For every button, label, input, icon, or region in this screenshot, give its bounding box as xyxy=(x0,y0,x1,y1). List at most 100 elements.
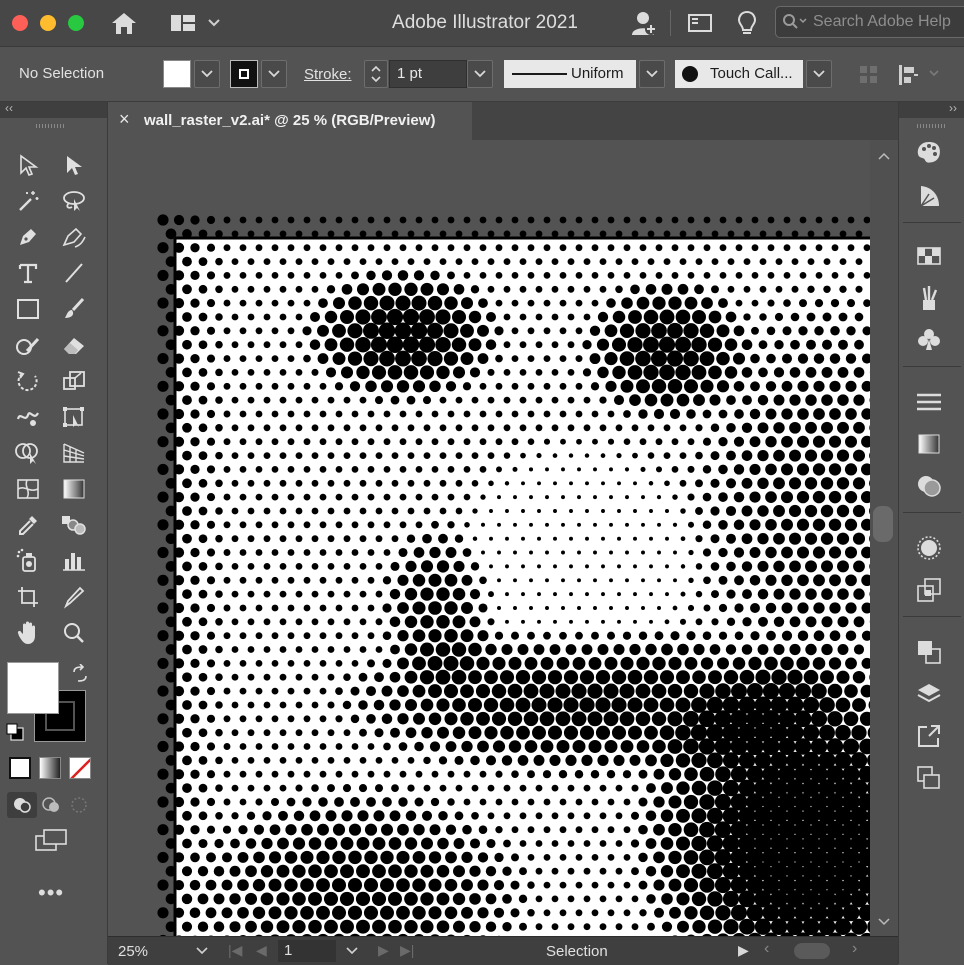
mesh-tool-icon[interactable] xyxy=(11,473,45,505)
stroke-label[interactable]: Stroke: xyxy=(304,66,352,83)
home-icon[interactable] xyxy=(108,9,140,37)
scale-tool-icon[interactable] xyxy=(57,365,91,397)
arrange-icon[interactable] xyxy=(896,62,946,93)
blend-tool-icon[interactable] xyxy=(57,509,91,541)
artboard-tool-icon[interactable] xyxy=(11,581,45,613)
swap-fill-stroke-icon[interactable] xyxy=(70,664,90,689)
zoom-tool-icon[interactable] xyxy=(57,617,91,649)
stroke-panel-icon[interactable] xyxy=(913,386,945,418)
horizontal-scroll-thumb[interactable] xyxy=(794,943,830,959)
panel-grip[interactable] xyxy=(917,124,945,128)
eraser-tool-icon[interactable] xyxy=(57,329,91,361)
stroke-swatch[interactable] xyxy=(230,60,258,88)
eyedropper-tool-icon[interactable] xyxy=(11,509,45,541)
color-panel-icon[interactable] xyxy=(913,136,945,168)
previous-artboard-icon[interactable]: ◀ xyxy=(256,942,267,959)
fill-dropdown[interactable] xyxy=(194,60,220,88)
export-panel-icon[interactable] xyxy=(913,720,945,752)
color-mode-button[interactable] xyxy=(9,757,31,779)
last-artboard-icon[interactable]: ▶| xyxy=(400,942,414,959)
align-grid-icon[interactable] xyxy=(858,64,880,91)
fill-color-box-front[interactable] xyxy=(7,662,59,714)
artboard-number-field[interactable]: 1 xyxy=(278,940,336,962)
layers-panel-icon[interactable] xyxy=(913,678,945,710)
slice-tool-icon[interactable] xyxy=(57,581,91,613)
color-guide-panel-icon[interactable] xyxy=(913,180,945,212)
column-graph-tool-icon[interactable] xyxy=(57,545,91,577)
panel-window-icon[interactable] xyxy=(684,9,716,37)
shaper-tool-icon[interactable] xyxy=(11,329,45,361)
symbols-panel-icon[interactable] xyxy=(913,324,945,356)
profile-dropdown[interactable] xyxy=(639,60,665,88)
workspace-switcher-icon[interactable] xyxy=(168,9,224,37)
tools-collapse-bar[interactable]: ‹‹ xyxy=(0,102,107,118)
pen-tool-icon[interactable] xyxy=(11,221,45,253)
search-help-field[interactable]: Search Adobe Help xyxy=(775,6,964,38)
lasso-tool-icon[interactable] xyxy=(57,185,91,217)
canvas-area[interactable] xyxy=(108,140,898,936)
artboard-dropdown-icon[interactable] xyxy=(346,947,358,955)
line-segment-tool-icon[interactable] xyxy=(57,257,91,289)
magic-wand-tool-icon[interactable] xyxy=(11,185,45,217)
vertical-scrollbar[interactable] xyxy=(870,140,898,936)
gradient-panel-icon[interactable] xyxy=(913,428,945,460)
curvature-tool-icon[interactable] xyxy=(57,221,91,253)
hand-tool-icon[interactable] xyxy=(11,617,45,649)
brush-definition[interactable]: Touch Call... xyxy=(675,60,803,88)
scroll-down-icon[interactable] xyxy=(878,918,890,926)
graphic-styles-panel-icon[interactable] xyxy=(913,574,945,606)
gradient-tool-icon[interactable] xyxy=(57,473,91,505)
symbol-sprayer-tool-icon[interactable] xyxy=(11,545,45,577)
zoom-dropdown-icon[interactable] xyxy=(196,947,208,955)
share-user-icon[interactable] xyxy=(628,9,660,37)
default-fill-stroke-icon[interactable] xyxy=(5,722,25,747)
scroll-up-icon[interactable] xyxy=(878,152,890,160)
screen-mode-icon[interactable] xyxy=(34,828,68,859)
more-tools-icon[interactable]: ••• xyxy=(38,880,64,906)
status-menu-arrow-icon[interactable]: ▶ xyxy=(738,942,749,959)
stroke-weight-stepper[interactable] xyxy=(364,60,388,88)
shape-builder-tool-icon[interactable] xyxy=(11,437,45,469)
brushes-panel-icon[interactable] xyxy=(913,282,945,314)
rectangle-tool-icon[interactable] xyxy=(11,293,45,325)
gradient-mode-button[interactable] xyxy=(39,757,61,779)
first-artboard-icon[interactable]: |◀ xyxy=(228,942,242,959)
draw-inside-icon[interactable] xyxy=(66,792,92,818)
scroll-left-icon[interactable]: ‹ xyxy=(764,940,769,958)
document-tab[interactable]: × wall_raster_v2.ai* @ 25 % (RGB/Preview… xyxy=(108,102,472,142)
panel-grip[interactable] xyxy=(36,124,66,128)
none-mode-button[interactable] xyxy=(69,757,91,779)
scroll-right-icon[interactable]: › xyxy=(852,940,857,958)
next-artboard-icon[interactable]: ▶ xyxy=(378,942,389,959)
selection-tool-icon[interactable] xyxy=(11,149,45,181)
lightbulb-icon[interactable] xyxy=(732,9,762,37)
halftone-dot xyxy=(440,480,447,487)
window-minimize-button[interactable] xyxy=(40,15,56,31)
scroll-thumb[interactable] xyxy=(873,506,893,542)
direct-selection-tool-icon[interactable] xyxy=(57,149,91,181)
warp-tool-icon[interactable] xyxy=(11,401,45,433)
fill-swatch[interactable] xyxy=(163,60,191,88)
swatches-panel-icon[interactable] xyxy=(913,240,945,272)
variable-width-profile[interactable]: Uniform xyxy=(504,60,636,88)
stroke-dropdown[interactable] xyxy=(261,60,287,88)
window-close-button[interactable] xyxy=(12,15,28,31)
artboards-panel-icon[interactable] xyxy=(913,762,945,794)
appearance-panel-icon[interactable] xyxy=(913,532,945,564)
close-tab-icon[interactable]: × xyxy=(119,109,130,130)
type-tool-icon[interactable] xyxy=(11,257,45,289)
dock-collapse-bar[interactable]: ›› xyxy=(899,102,964,118)
brush-dropdown[interactable] xyxy=(806,60,832,88)
rotate-tool-icon[interactable] xyxy=(11,365,45,397)
paintbrush-tool-icon[interactable] xyxy=(57,293,91,325)
zoom-level[interactable]: 25% xyxy=(118,943,148,960)
window-maximize-button[interactable] xyxy=(68,15,84,31)
pathfinder-panel-icon[interactable] xyxy=(913,636,945,668)
stroke-weight-dropdown[interactable] xyxy=(467,60,493,88)
draw-normal-icon[interactable] xyxy=(7,792,37,818)
draw-behind-icon[interactable] xyxy=(38,792,64,818)
transparency-panel-icon[interactable] xyxy=(913,470,945,502)
free-transform-tool-icon[interactable] xyxy=(57,401,91,433)
perspective-grid-tool-icon[interactable] xyxy=(57,437,91,469)
stroke-weight-field[interactable]: 1 pt xyxy=(389,60,467,88)
